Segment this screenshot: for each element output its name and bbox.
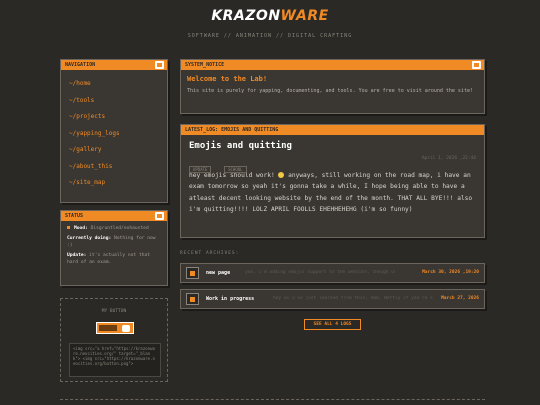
button-embed-code[interactable]: <img src="a href="https://krazonware.neo… bbox=[69, 343, 161, 377]
nav-item-site-map[interactable]: ~/site_map bbox=[69, 175, 159, 192]
archive-item[interactable]: Work in progress hey as u've just learne… bbox=[180, 289, 485, 309]
post-body: Emojis and quitting UPDATE SCHOOL April … bbox=[181, 135, 484, 221]
status-panel-header: STATUS bbox=[61, 211, 167, 221]
footer-divider bbox=[60, 399, 485, 400]
site-header: KRAZONWARE SOFTWARE // ANIMATION // DIGI… bbox=[0, 8, 540, 39]
archive-date: March 27, 2026 bbox=[441, 296, 479, 301]
archive-excerpt: yea, i'm adding emojis support to the we… bbox=[245, 270, 395, 275]
site-logo[interactable]: KRAZONWARE bbox=[0, 8, 540, 24]
cat-icon bbox=[186, 293, 199, 305]
system-notice-title: SYSTEM_NOTICE bbox=[185, 62, 225, 68]
latest-log-panel: LATEST_LOG: EMOJIS AND QUITTING Emojis a… bbox=[180, 124, 485, 238]
status-update: Update: it's actually not that hard of a… bbox=[67, 253, 151, 265]
nav-item-home[interactable]: ~/home bbox=[69, 76, 159, 93]
nav-item-yapping-logs[interactable]: ~/yapping_logs bbox=[69, 126, 159, 143]
badge-logo-icon bbox=[99, 325, 117, 331]
site-button-badge[interactable] bbox=[96, 322, 134, 334]
notice-heading: Welcome to the Lab! bbox=[187, 75, 268, 83]
post-text: hey emojis should work! anyways, still w… bbox=[189, 172, 473, 213]
nav-list: ~/home ~/tools ~/projects ~/yapping_logs… bbox=[61, 70, 167, 198]
cat-icon bbox=[472, 61, 481, 69]
logo-text-primary: KRAZON bbox=[211, 8, 281, 24]
nav-item-about-this[interactable]: ~/about_this bbox=[69, 159, 159, 176]
see-all-logs-button[interactable]: SEE ALL 4 LOGS bbox=[304, 319, 361, 330]
badge-cat-icon bbox=[122, 325, 130, 332]
tag-school[interactable]: SCHOOL bbox=[224, 166, 247, 173]
cat-icon bbox=[186, 267, 199, 279]
archive-item[interactable]: new page yea, i'm adding emojis support … bbox=[180, 263, 485, 283]
my-button-title: MY BUTTON bbox=[101, 309, 127, 314]
my-button-box: MY BUTTON <img src="a href="https://kraz… bbox=[60, 298, 168, 382]
status-mood: Mood: Disgruntled/exhausted bbox=[67, 225, 161, 232]
archive-title[interactable]: Work in progress bbox=[206, 296, 254, 302]
post-tags: UPDATE SCHOOL April 1, 2026 ,22:44 bbox=[189, 156, 476, 173]
nav-item-projects[interactable]: ~/projects bbox=[69, 109, 159, 126]
post-date: April 1, 2026 ,22:44 bbox=[421, 156, 476, 161]
tag-update[interactable]: UPDATE bbox=[189, 166, 212, 173]
latest-log-title: LATEST_LOG: EMOJIS AND QUITTING bbox=[185, 127, 279, 133]
post-title[interactable]: Emojis and quitting bbox=[189, 141, 476, 151]
status-doing: Currently doing: Nothing for now :) bbox=[67, 236, 156, 248]
system-notice-body: Welcome to the Lab! This site is purely … bbox=[181, 70, 484, 100]
archive-date: March 30, 2026 ,19:20 bbox=[422, 270, 479, 275]
system-notice-panel: SYSTEM_NOTICE Welcome to the Lab! This s… bbox=[180, 59, 485, 114]
archive-title[interactable]: new page bbox=[206, 270, 230, 276]
tagline: SOFTWARE // ANIMATION // DIGITAL CRAFTIN… bbox=[187, 33, 353, 39]
status-dot-icon bbox=[67, 226, 70, 229]
recent-archives-label: RECENT ARCHIVES: bbox=[180, 251, 240, 256]
status-panel: STATUS Mood: Disgruntled/exhausted Curre… bbox=[60, 210, 168, 286]
navigation-title: NAVIGATION bbox=[65, 62, 96, 68]
archive-excerpt: hey as u've just learned from this, emm,… bbox=[273, 296, 433, 301]
status-body: Mood: Disgruntled/exhausted Currently do… bbox=[61, 221, 167, 273]
cat-icon bbox=[155, 212, 164, 220]
navigation-panel-header: NAVIGATION bbox=[61, 60, 167, 70]
system-notice-header: SYSTEM_NOTICE bbox=[181, 60, 484, 70]
logo-text-accent: WARE bbox=[280, 8, 329, 24]
cat-icon bbox=[155, 61, 164, 69]
latest-log-header: LATEST_LOG: EMOJIS AND QUITTING bbox=[181, 125, 484, 135]
navigation-panel: NAVIGATION ~/home ~/tools ~/projects ~/y… bbox=[60, 59, 168, 203]
nav-item-gallery[interactable]: ~/gallery bbox=[69, 142, 159, 159]
status-title: STATUS bbox=[65, 213, 84, 219]
nav-item-tools[interactable]: ~/tools bbox=[69, 93, 159, 110]
notice-text: This site is purely for yapping, documen… bbox=[187, 88, 473, 94]
